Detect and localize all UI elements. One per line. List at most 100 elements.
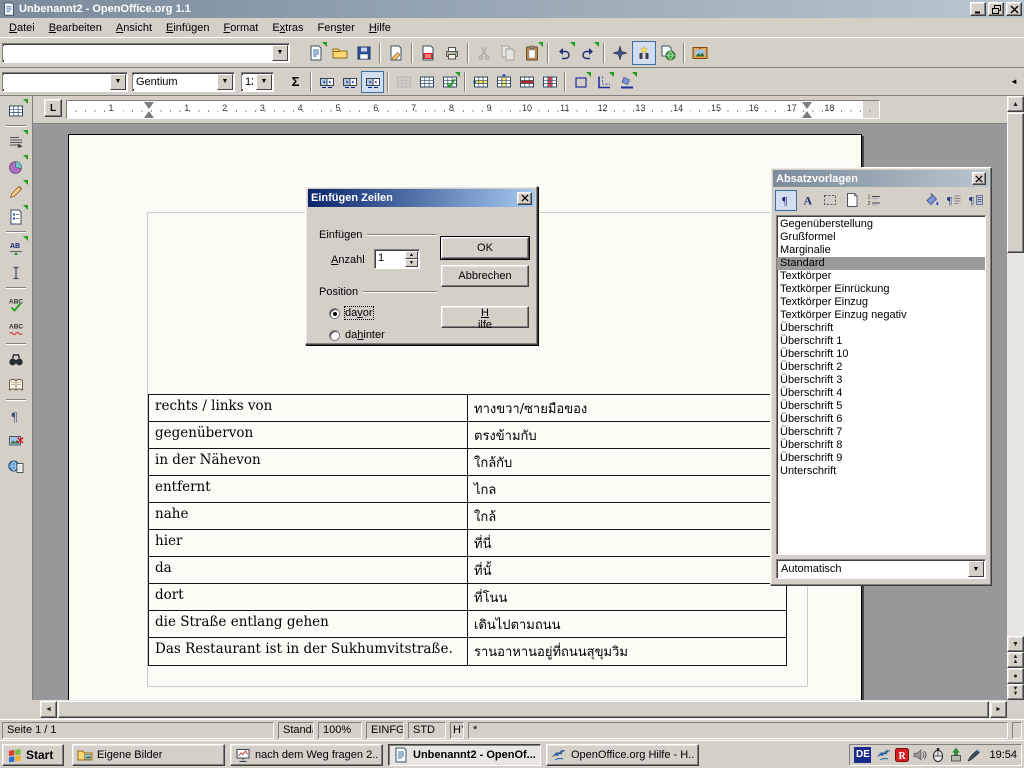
task-impress-weg-fragen-button[interactable]: nach dem Weg fragen 2.... [230,744,383,766]
style-list-item[interactable]: Grußformel [777,231,985,244]
navigation-dot-button[interactable]: ● [1007,668,1024,684]
einfuegen-menu-item[interactable]: Einfügen [159,20,216,36]
cell-german[interactable]: in der Nähevon [149,449,468,475]
format-menu-item[interactable]: Format [216,20,265,36]
style-list-item[interactable]: Überschrift 9 [777,452,985,465]
spellcheck-button[interactable] [3,291,29,316]
chevron-down-icon[interactable]: ▼ [256,74,272,90]
border-color-button[interactable] [615,71,638,93]
status-field[interactable]: * [468,722,1008,739]
task-ooo-hilfe-button[interactable]: OpenOffice.org Hilfe - H... [546,744,699,766]
chevron-down-icon[interactable]: ▼ [110,74,126,90]
radio-before[interactable]: davor [329,307,373,319]
usb-eject-icon[interactable] [948,747,964,763]
font-size-combobox[interactable]: ▼ [241,72,274,92]
url-input[interactable] [3,46,272,60]
extras-menu-item[interactable]: Extras [265,20,310,36]
new-style-from-selection-button[interactable] [943,190,965,211]
update-style-button[interactable] [965,190,987,211]
status-field[interactable]: HYP [450,722,464,739]
indent-marker-left[interactable] [144,102,154,118]
style-list-item[interactable]: Textkörper Einzug [777,296,985,309]
ansicht-menu-item[interactable]: Ansicht [109,20,159,36]
table-row[interactable]: die Straße entlang gehen เดินไปตามถนน [149,611,786,638]
insert-object-button[interactable] [3,154,29,179]
style-list-item[interactable]: Überschrift 3 [777,374,985,387]
style-list-item[interactable]: Gegenüberstellung [777,218,985,231]
bearbeiten-menu-item[interactable]: Bearbeiten [42,20,109,36]
insert-fields-button[interactable] [3,129,29,154]
cell-german[interactable]: da [149,557,468,583]
scroll-track[interactable] [1007,253,1024,636]
style-list-item[interactable]: Überschrift 6 [777,413,985,426]
cancel-button[interactable]: Abbrechen [441,265,529,287]
task-eigene-bilder-button[interactable]: Eigene Bilder [72,744,225,766]
direct-cursor-button[interactable] [3,260,29,285]
frame-styles-button[interactable] [819,190,841,211]
next-page-button[interactable]: ▼▼ [1007,684,1024,700]
toolbar-scroll-left-button[interactable]: ◄ [1006,71,1022,93]
copy-button[interactable] [496,41,520,65]
table-row[interactable]: rechts / links von ทางขวา/ซายมือของ [149,395,786,422]
font-name-combobox[interactable]: ▼ [132,72,235,92]
cell-thai[interactable]: ที่นี่ [468,530,786,556]
navigator-button[interactable] [608,41,632,65]
merge-cells-button[interactable] [415,71,438,93]
style-list-item[interactable]: Textkörper [777,270,985,283]
borders-button[interactable] [569,71,592,93]
delete-row-button[interactable] [515,71,538,93]
quickstarter-icon[interactable] [876,747,892,763]
chevron-down-icon[interactable]: ▼ [217,74,233,90]
status-field[interactable]: Seite 1 / 1 [2,722,274,739]
help-button[interactable]: Hilfe [441,306,529,328]
cell-thai[interactable]: ที่นั้ [468,557,786,583]
style-list-item[interactable]: Überschrift 5 [777,400,985,413]
redo-button[interactable] [576,41,600,65]
delete-column-button[interactable] [538,71,561,93]
cell-thai[interactable]: รานอาหานอยู่ที่ถนนสุขุมวิม [468,638,786,665]
spin-up-button[interactable]: ▲ [405,251,418,259]
export-pdf-button[interactable] [416,41,440,65]
hyperlink-button[interactable] [656,41,680,65]
style-list-item[interactable]: Unterschrift [777,465,985,478]
hilfe-menu-item[interactable]: Hilfe [362,20,398,36]
cell-thai[interactable]: ใกล้กับ [468,449,786,475]
status-field[interactable]: Standard [278,722,314,739]
nonprinting-characters-button[interactable] [3,403,29,428]
table-row[interactable]: in der Nähevon ใกล้กับ [149,449,786,476]
cell-thai[interactable]: เดินไปตามถนน [468,611,786,637]
restore-button[interactable] [988,2,1004,16]
radio-after-circle[interactable] [329,330,340,341]
auto-spellcheck-button[interactable] [3,316,29,341]
fill-format-mode-button[interactable] [921,190,943,211]
gallery-button[interactable] [688,41,712,65]
stylist-close-button[interactable] [972,172,986,185]
style-list-item[interactable]: Überschrift 7 [777,426,985,439]
column-width-optimal-button[interactable] [315,71,338,93]
print-button[interactable] [440,41,464,65]
status-field[interactable] [1012,722,1022,739]
table-row[interactable]: nahe ใกล้ [149,503,786,530]
style-list-item[interactable]: Überschrift 8 [777,439,985,452]
style-list-item[interactable]: Überschrift 10 [777,348,985,361]
data-sources-button[interactable] [3,372,29,397]
graphics-on-off-button[interactable] [3,428,29,453]
autoformat-button[interactable] [438,71,461,93]
style-list-item[interactable]: Überschrift 4 [777,387,985,400]
status-field[interactable]: EINFG [366,722,404,739]
cell-thai[interactable]: ทางขวา/ซายมือของ [468,395,786,421]
horizontal-scroll-thumb[interactable] [58,701,989,718]
paste-button[interactable] [520,41,544,65]
chevron-down-icon[interactable]: ▼ [272,45,288,61]
font-name-input[interactable] [133,75,217,89]
cell-german[interactable]: Das Restaurant ist in der Sukhumvitstraß… [149,638,468,665]
style-list-item[interactable]: Standard [777,257,985,270]
paragraph-style-combobox[interactable]: ▼ [2,72,128,92]
paragraph-styles-button[interactable] [775,190,797,211]
draw-functions-button[interactable] [3,179,29,204]
open-button[interactable] [328,41,352,65]
border-style-button[interactable] [592,71,615,93]
page-styles-button[interactable] [841,190,863,211]
paragraph-style-input[interactable] [3,75,110,89]
table-row[interactable]: da ที่นั้ [149,557,786,584]
